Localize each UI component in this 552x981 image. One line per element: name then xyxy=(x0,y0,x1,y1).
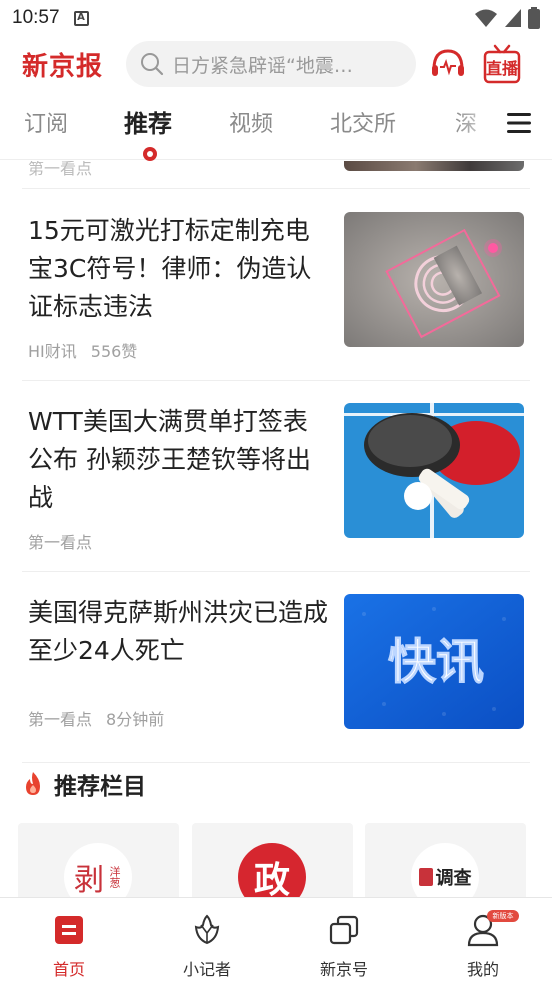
new-version-badge: 新版本 xyxy=(487,910,519,922)
audio-button[interactable] xyxy=(428,44,468,84)
article-item[interactable]: 美国得克萨斯州洪灾已造成至少24人死亡 第一看点 8分钟前 快讯 xyxy=(22,572,530,763)
tab-bse[interactable]: 北交所 xyxy=(330,106,396,138)
table-tennis-image xyxy=(344,403,524,538)
tab-recommend[interactable]: 推荐 xyxy=(124,104,172,139)
headphones-icon xyxy=(432,49,464,76)
article-meta: HI财讯 556赞 xyxy=(28,338,137,362)
column-logo-text: 政 xyxy=(253,860,290,897)
search-icon xyxy=(141,53,164,76)
tab-fade xyxy=(454,96,504,156)
app-logo: 新京报 xyxy=(22,51,104,82)
nav-label: 新京号 xyxy=(319,960,368,979)
article-item[interactable]: WTT美国大满贯单打签表公布 孙颖莎王楚钦等将出战 第一看点 xyxy=(22,381,530,572)
status-indicators xyxy=(474,7,540,29)
partial-article-thumbnail xyxy=(344,161,524,171)
column-card-onion[interactable]: 剥 洋葱 xyxy=(18,823,179,897)
menu-icon xyxy=(507,113,531,133)
user-icon: 新版本 xyxy=(465,910,519,948)
home-icon xyxy=(51,912,87,948)
partial-article[interactable]: 第一看点 xyxy=(22,161,530,189)
live-tv-icon: 直播 xyxy=(483,44,521,84)
channel-tabs: 订阅 推荐 视频 北交所 深 xyxy=(0,96,552,161)
active-tab-indicator xyxy=(143,147,157,161)
nav-label: 首页 xyxy=(52,960,85,979)
fire-icon xyxy=(26,772,40,795)
flower-icon xyxy=(189,912,225,948)
article-source: HI财讯 xyxy=(28,342,77,361)
search-bar[interactable]: 日方紧急辟谣“地震… xyxy=(126,41,416,87)
live-label: 直播 xyxy=(486,59,519,78)
article-thumbnail: 快讯 xyxy=(344,594,524,729)
notification-icon: A xyxy=(73,10,89,26)
article-source: 第一看点 xyxy=(28,533,93,552)
article-thumbnail xyxy=(344,403,524,538)
article-source: 第一看点 xyxy=(28,710,93,729)
kuaixun-text: 快讯 xyxy=(388,634,484,690)
status-time: 10:57 xyxy=(12,7,60,28)
article-meta: 第一看点 8分钟前 xyxy=(28,706,164,730)
tab-video[interactable]: 视频 xyxy=(229,106,273,138)
signal-icon xyxy=(505,9,521,27)
column-logo: 剥 洋葱 xyxy=(64,843,132,897)
ccc-mark-image xyxy=(344,212,524,347)
search-placeholder: 日方紧急辟谣“地震… xyxy=(172,54,353,77)
column-logo-text: 调查 xyxy=(435,868,472,889)
column-logo-subtext: 洋葱 xyxy=(108,866,121,888)
article-title: WTT美国大满贯单打签表公布 孙颖莎王楚钦等将出战 xyxy=(28,407,311,512)
channel-menu-button[interactable] xyxy=(502,106,536,140)
article-time: 8分钟前 xyxy=(106,710,165,729)
bottom-navigation: 首页 小记者 新京号 新版本 我的 xyxy=(0,897,552,981)
live-button[interactable]: 直播 xyxy=(482,44,522,84)
nav-label: 我的 xyxy=(466,960,499,979)
tab-subscribe[interactable]: 订阅 xyxy=(24,106,68,138)
column-logo: 调查 xyxy=(411,843,479,897)
partial-article-source: 第一看点 xyxy=(28,161,93,178)
status-bar: 10:57 A xyxy=(0,0,552,36)
recommended-columns-header: 推荐栏目 xyxy=(22,767,146,801)
section-title: 推荐栏目 xyxy=(54,774,146,800)
article-title: 美国得克萨斯州洪灾已造成至少24人死亡 xyxy=(28,598,329,665)
news-feed: 第一看点 15元可激光打标定制充电宝3C符号！律师：伪造认证标志违法 HI财讯 5… xyxy=(0,161,552,897)
column-card-politics[interactable]: 政 xyxy=(192,823,353,897)
article-item[interactable]: 15元可激光打标定制充电宝3C符号！律师：伪造认证标志违法 HI财讯 556赞 xyxy=(22,190,530,381)
column-logo: 政 xyxy=(238,843,306,897)
nav-label: 小记者 xyxy=(182,960,231,979)
column-card-investigation[interactable]: 调查 xyxy=(365,823,526,897)
kuaixun-image: 快讯 xyxy=(344,594,524,729)
column-logo-text: 剥 xyxy=(74,863,104,897)
battery-icon xyxy=(528,7,540,29)
nav-profile[interactable]: 新版本 我的 xyxy=(423,898,543,981)
article-meta: 第一看点 xyxy=(28,529,92,553)
layers-icon xyxy=(326,912,362,948)
wifi-icon xyxy=(475,9,497,27)
article-likes: 556赞 xyxy=(90,342,138,361)
nav-home[interactable]: 首页 xyxy=(9,898,129,981)
nav-little-reporter[interactable]: 小记者 xyxy=(147,898,267,981)
nav-xinjinghao[interactable]: 新京号 xyxy=(284,898,404,981)
article-title: 15元可激光打标定制充电宝3C符号！律师：伪造认证标志违法 xyxy=(28,216,312,321)
column-logo-mark xyxy=(418,868,433,886)
app-header: 新京报 日方紧急辟谣“地震… 直播 xyxy=(0,36,552,92)
article-thumbnail xyxy=(344,212,524,347)
